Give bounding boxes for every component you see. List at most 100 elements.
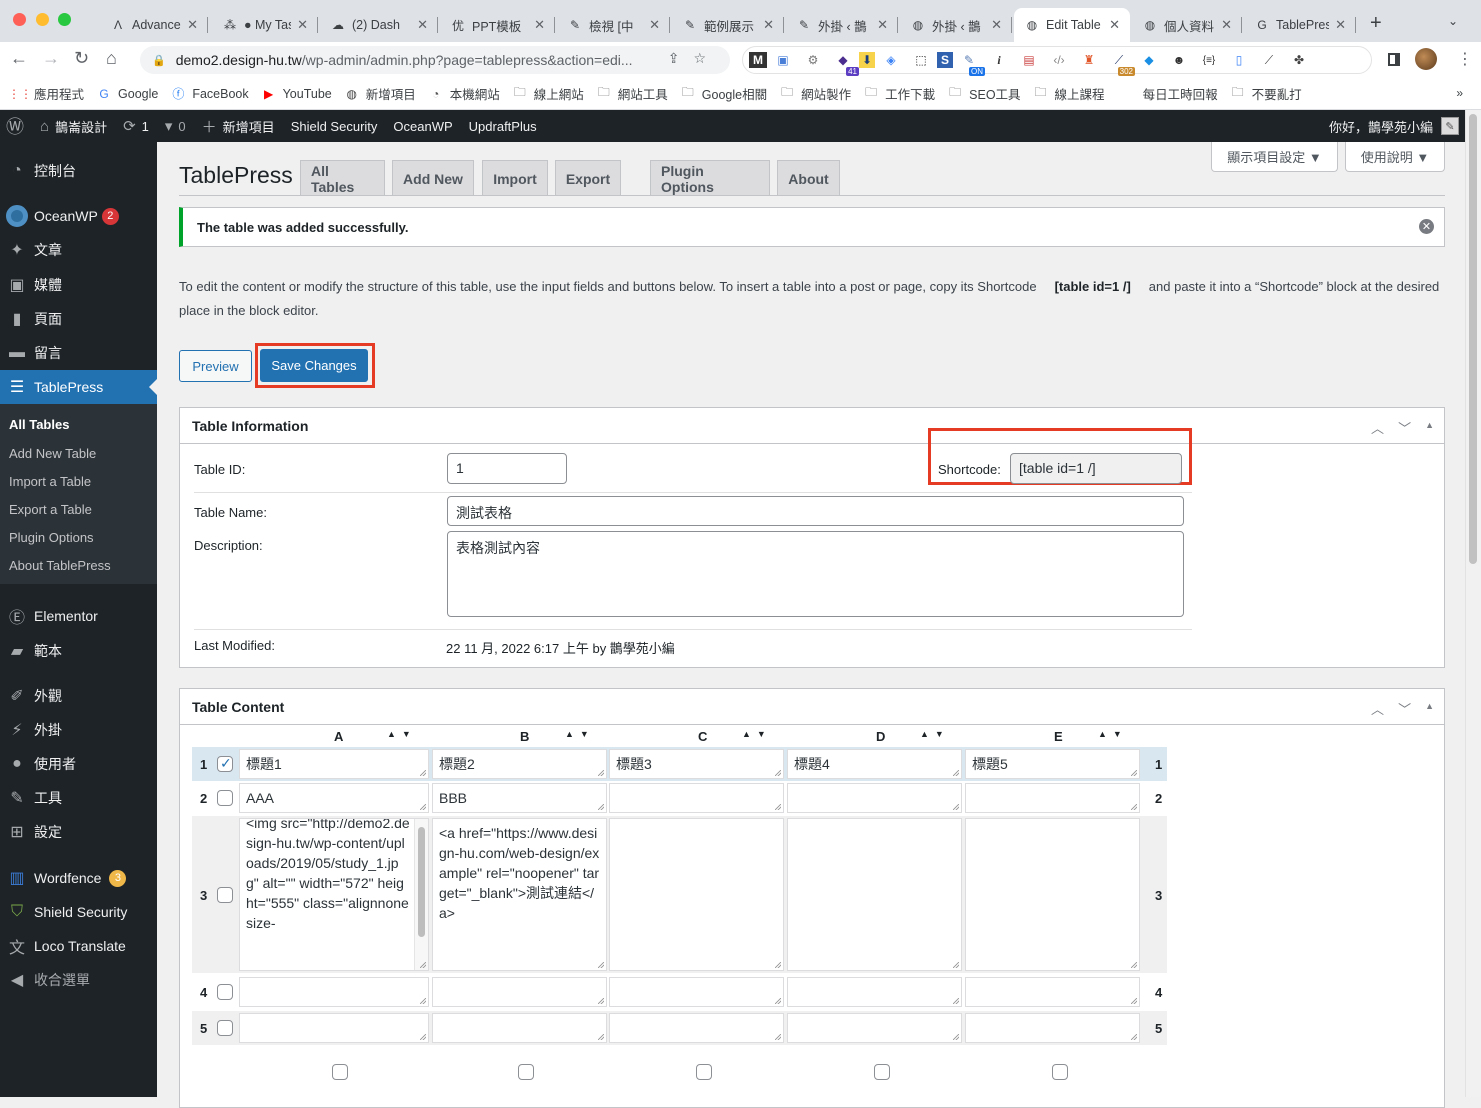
more-bookmarks-button[interactable]: » (1456, 86, 1463, 100)
table-cell-input[interactable]: <img src="http://demo2.design-hu.tw/wp-c… (239, 818, 429, 971)
bookmark-item[interactable]: 🗀 不要亂打 (1230, 83, 1302, 104)
extensions-puzzle-icon[interactable]: ✤ (1285, 50, 1313, 70)
browser-tab[interactable]: ✎ 範例展示 ✕ (672, 8, 784, 42)
back-arrow-icon[interactable]: ← (10, 48, 28, 69)
bookmark-item[interactable]: 每日工時回報 (1143, 84, 1218, 103)
table-cell-input[interactable] (787, 1013, 962, 1043)
my-account-menu[interactable]: 你好，鵲學苑小編 ✎ (1329, 110, 1459, 142)
sidebar-item-設定[interactable]: ⊞ 設定 (0, 815, 157, 849)
tab-all-tables[interactable]: All Tables (300, 160, 385, 196)
close-tab-icon[interactable]: ✕ (534, 17, 545, 33)
reload-icon[interactable]: ↻ (74, 48, 89, 69)
submenu-add-new-table[interactable]: Add New Table (9, 446, 96, 461)
sidebar-item-文章[interactable]: ✦ 文章 (0, 233, 157, 267)
comments-link[interactable]: ▾ 0 (157, 110, 194, 142)
row-select-checkbox[interactable] (217, 984, 233, 1000)
home-icon[interactable]: ⌂ (106, 48, 117, 69)
table-cell-input[interactable]: 標題5 (965, 749, 1140, 779)
sidebar-item-loco-translate[interactable]: 文 Loco Translate (0, 929, 157, 963)
sort-desc-icon[interactable]: ▼ (935, 729, 950, 739)
submenu-import-table[interactable]: Import a Table (9, 474, 91, 489)
share-icon[interactable]: ⇪ (668, 50, 694, 66)
toggle-panel-icon[interactable]: ▲ (1425, 701, 1434, 718)
adminbar-shield-security[interactable]: Shield Security (283, 110, 386, 142)
browser-tab[interactable]: ✎ 檢視 [中 ✕ (557, 8, 670, 42)
dismiss-notice-icon[interactable]: ✕ (1419, 219, 1434, 234)
address-bar[interactable]: 🔒 demo2.design-hu.tw/wp-admin/admin.php?… (140, 46, 730, 74)
table-name-input[interactable]: 測試表格 (447, 496, 1184, 526)
tab-import[interactable]: Import (482, 160, 548, 196)
sort-asc-icon[interactable]: ▲ (920, 729, 935, 739)
bookmark-item[interactable]: 🗀 工作下載 (863, 83, 935, 104)
bookmark-item[interactable]: 🗀 線上課程 (1033, 83, 1105, 104)
page-scrollbar[interactable] (1465, 110, 1481, 1097)
table-cell-input[interactable]: 標題4 (787, 749, 962, 779)
ext-lighthouse-icon[interactable]: ♜ (1075, 50, 1103, 70)
table-cell-input[interactable] (965, 1013, 1140, 1043)
row-select-checkbox[interactable] (217, 1020, 233, 1036)
shortcode-input[interactable]: [table id=1 /] (1010, 453, 1182, 484)
sidebar-item-工具[interactable]: ✎ 工具 (0, 781, 157, 815)
description-textarea[interactable]: 表格測試內容 (447, 531, 1184, 617)
scrollbar-thumb[interactable] (1469, 114, 1477, 564)
ext-redirect-icon[interactable]: ⟋ 302 (1105, 50, 1135, 76)
forward-arrow-icon[interactable]: → (42, 48, 60, 69)
column-select-checkbox[interactable] (518, 1064, 534, 1080)
column-header[interactable]: A (334, 729, 343, 744)
tab-search-chevron-icon[interactable]: ⌄ (1448, 14, 1458, 28)
adminbar-updraftplus[interactable]: UpdraftPlus (461, 110, 545, 142)
close-tab-icon[interactable]: ✕ (991, 17, 1002, 33)
ext-code-icon[interactable]: ‹/› (1045, 50, 1073, 70)
sidebar-item-外觀[interactable]: ✐ 外觀 (0, 679, 157, 713)
ext-m-icon[interactable]: M (749, 52, 767, 68)
wp-logo-icon[interactable]: Ⓦ (0, 110, 32, 142)
row-select-checkbox[interactable] (217, 790, 233, 806)
sidebar-item-shield-security[interactable]: ⛉ Shield Security (0, 895, 157, 929)
adminbar-oceanwp[interactable]: OceanWP (385, 110, 460, 142)
table-cell-input[interactable] (787, 783, 962, 813)
ext-json-icon[interactable]: {≡} (1195, 50, 1223, 70)
table-cell-input[interactable]: 標題1 (239, 749, 429, 779)
bookmark-item[interactable]: ◔ 本機網站 (428, 84, 500, 103)
bookmark-item[interactable]: ▶ YouTube (261, 87, 332, 101)
tab-add-new[interactable]: Add New (392, 160, 474, 196)
sort-asc-icon[interactable]: ▲ (387, 729, 402, 739)
table-cell-input[interactable] (965, 977, 1140, 1007)
table-cell-input[interactable] (609, 1013, 784, 1043)
help-button[interactable]: 使用說明 ▼ (1345, 142, 1445, 172)
column-select-checkbox[interactable] (696, 1064, 712, 1080)
bookmark-item[interactable]: 🗀 網站工具 (596, 83, 668, 104)
sort-desc-icon[interactable]: ▼ (580, 729, 595, 739)
sidebar-item-使用者[interactable]: ● 使用者 (0, 747, 157, 781)
submenu-export-table[interactable]: Export a Table (9, 502, 92, 517)
table-cell-input[interactable] (239, 1013, 429, 1043)
bookmark-item[interactable]: G Google (96, 87, 158, 101)
ext-bird-icon[interactable]: ◆ (1135, 50, 1163, 70)
table-cell-input[interactable]: 標題2 (432, 749, 607, 779)
column-header[interactable]: C (698, 729, 707, 744)
move-down-icon[interactable]: ﹀ (1398, 418, 1411, 437)
ext-gem-icon[interactable]: ◈ (877, 50, 905, 70)
ext-s-icon[interactable]: S (937, 52, 953, 68)
tab-about[interactable]: About (777, 160, 840, 196)
row-select-checkbox[interactable] (217, 886, 233, 903)
sidebar-item-頁面[interactable]: ▮ 頁面 (0, 302, 157, 336)
close-tab-icon[interactable]: ✕ (417, 17, 428, 33)
close-tab-icon[interactable]: ✕ (297, 17, 308, 33)
table-cell-input[interactable]: AAA (239, 783, 429, 813)
bookmark-item[interactable]: 🗀 SEO工具 (947, 83, 1020, 104)
row-select-checkbox[interactable] (217, 755, 233, 772)
toggle-panel-icon[interactable]: ▲ (1425, 420, 1434, 437)
table-cell-input[interactable] (609, 818, 784, 971)
cell-scrollbar[interactable] (414, 819, 428, 970)
move-down-icon[interactable]: ﹀ (1398, 699, 1411, 718)
browser-tab[interactable]: G TablePress ✕ (1244, 8, 1356, 42)
column-select-checkbox[interactable] (1052, 1064, 1068, 1080)
table-id-input[interactable]: 1 (447, 453, 567, 484)
browser-tab[interactable]: ✎ 外掛 ‹ 鵲 ✕ (786, 8, 898, 42)
new-content-link[interactable]: ＋新增項目 (194, 110, 283, 142)
side-panel-icon[interactable] (1388, 53, 1400, 66)
ext-gear-icon[interactable]: ⚙ (799, 50, 827, 70)
browser-tab[interactable]: ◍ 外掛 ‹ 鵲 ✕ (900, 8, 1012, 42)
browser-tab[interactable]: 优 PPT模板 ✕ (440, 8, 555, 42)
